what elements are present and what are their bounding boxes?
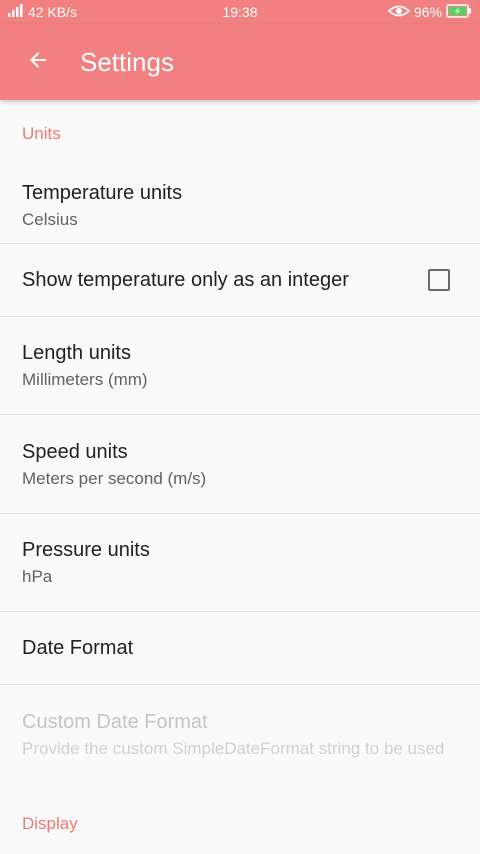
integer-temperature-checkbox[interactable] [428, 269, 450, 291]
toolbar-title: Settings [80, 46, 174, 77]
pref-title: Pressure units [22, 539, 150, 561]
pref-integer-temperature[interactable]: Show temperature only as an integer [0, 244, 480, 317]
pref-length-units[interactable]: Length units Millimeters (mm) [0, 317, 480, 415]
pref-title: Show temperature only as an integer [22, 269, 349, 291]
battery-percent: 96% [413, 4, 442, 20]
pref-custom-date-format: Custom Date Format Provide the custom Si… [0, 685, 480, 799]
pref-summary: Millimeters (mm) [22, 370, 148, 389]
pref-temperature-units[interactable]: Temperature units Celsius [0, 167, 480, 244]
section-header-display: Display [22, 814, 78, 833]
pref-summary: Celsius [22, 209, 78, 229]
network-speed: 42 KB/s [28, 4, 78, 20]
pref-title: Date Format [22, 637, 134, 659]
back-button[interactable] [14, 38, 62, 86]
pref-title: Speed units [22, 440, 128, 463]
eye-icon [387, 4, 411, 21]
status-left: 42 KB/s [8, 0, 77, 24]
section-header-units: Units [22, 124, 61, 143]
pref-date-format[interactable]: Date Format [0, 612, 480, 685]
battery-charging-icon [446, 3, 472, 21]
pref-title: Length units [22, 342, 131, 364]
pref-summary: Meters per second (m/s) [22, 468, 207, 488]
settings-list[interactable]: Units Temperature units Celsius Show tem… [0, 100, 480, 854]
pref-pressure-units[interactable]: Pressure units hPa [0, 514, 480, 612]
back-arrow-icon [26, 48, 50, 77]
pref-summary: hPa [22, 567, 53, 586]
pref-title: Custom Date Format [22, 711, 208, 733]
status-time: 19:38 [222, 4, 258, 20]
status-right: 96% [387, 0, 472, 24]
app-toolbar: Settings [0, 24, 480, 100]
signal-icon [8, 3, 24, 21]
status-bar: 42 KB/s 19:38 96% [0, 0, 480, 24]
pref-summary: Provide the custom SimpleDateFormat stri… [22, 739, 445, 758]
pref-title: Temperature units [22, 181, 183, 204]
pref-speed-units[interactable]: Speed units Meters per second (m/s) [0, 415, 480, 514]
